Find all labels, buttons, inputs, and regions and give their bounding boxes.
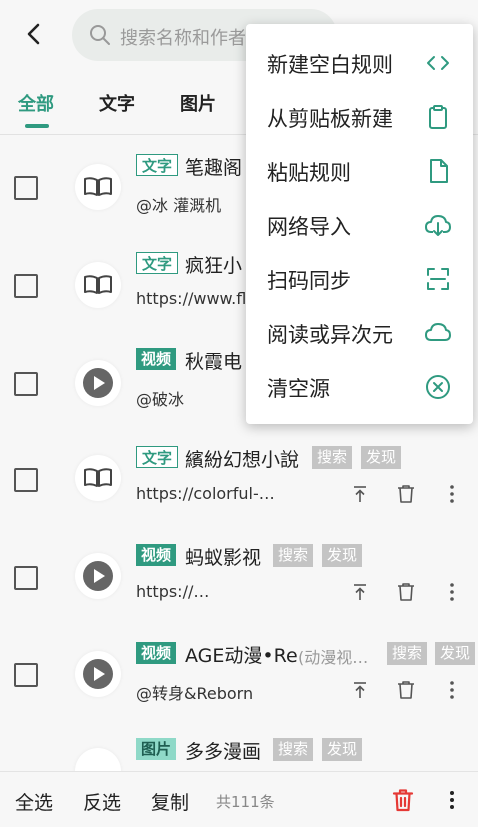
source-subtitle: @转身&Reborn bbox=[136, 684, 254, 703]
source-name: 秋霞电 bbox=[185, 351, 243, 373]
menu-item-label: 粘贴规则 bbox=[267, 161, 351, 185]
menu-item-scan-sync[interactable]: 扫码同步 bbox=[246, 252, 473, 306]
scan-icon bbox=[424, 265, 452, 293]
type-badge: 图片 bbox=[136, 738, 177, 760]
tag-discover: 发现 bbox=[361, 446, 402, 469]
list-item[interactable]: 文字 繽紛幻想小說 搜索 发现 https://colorful-… bbox=[0, 432, 478, 530]
type-badge: 视频 bbox=[136, 642, 177, 664]
menu-item-label: 扫码同步 bbox=[267, 269, 351, 293]
menu-item-label: 清空源 bbox=[267, 377, 330, 401]
tag-search: 搜索 bbox=[387, 642, 428, 665]
back-icon[interactable] bbox=[18, 18, 50, 50]
type-badge: 视频 bbox=[136, 348, 177, 370]
menu-item-label: 网络导入 bbox=[267, 215, 351, 239]
menu-item-read-or-yiciyuan[interactable]: 阅读或异次元 bbox=[246, 306, 473, 360]
source-subtitle: https://colorful-… bbox=[136, 484, 275, 503]
search-icon bbox=[88, 23, 112, 47]
tag-search: 搜索 bbox=[273, 738, 314, 761]
type-badge: 文字 bbox=[136, 154, 179, 176]
source-name: 蚂蚁影视 bbox=[185, 547, 262, 569]
checkbox[interactable] bbox=[14, 274, 38, 298]
trash-icon[interactable] bbox=[394, 678, 418, 702]
tag-search: 搜索 bbox=[312, 446, 353, 469]
image-icon bbox=[75, 748, 121, 771]
cloud-download-icon bbox=[424, 211, 452, 239]
source-subtitle: https://www.fl bbox=[136, 289, 247, 308]
play-icon bbox=[75, 553, 121, 599]
search-placeholder: 搜索名称和作者 bbox=[120, 28, 246, 49]
clipboard-icon bbox=[424, 103, 452, 131]
more-vert-icon[interactable] bbox=[440, 580, 464, 604]
move-top-icon[interactable] bbox=[348, 482, 372, 506]
source-name: AGE动漫•Re bbox=[185, 645, 298, 667]
checkbox[interactable] bbox=[14, 663, 38, 687]
book-icon bbox=[75, 262, 121, 308]
type-badge: 文字 bbox=[136, 446, 179, 468]
selection-count: 共111条 bbox=[216, 793, 275, 811]
menu-item-clear-sources[interactable]: 清空源 bbox=[246, 360, 473, 414]
file-icon bbox=[424, 157, 452, 185]
source-subtitle: @破冰 bbox=[136, 390, 185, 409]
clear-icon bbox=[424, 373, 452, 401]
copy-button[interactable]: 复制 bbox=[151, 788, 189, 815]
more-vert-icon[interactable] bbox=[440, 788, 464, 812]
checkbox[interactable] bbox=[14, 176, 38, 200]
menu-item-new-blank-rule[interactable]: 新建空白规则 bbox=[246, 36, 473, 90]
menu-item-label: 从剪贴板新建 bbox=[267, 107, 393, 131]
cloud-icon bbox=[424, 319, 452, 347]
list-item[interactable]: 图片 多多漫画 搜索 发现 bbox=[0, 726, 478, 771]
source-name: 疯狂小 bbox=[185, 255, 243, 277]
tag-discover: 发现 bbox=[322, 544, 363, 567]
list-item[interactable]: 视频 蚂蚁影视 搜索 发现 https://… bbox=[0, 530, 478, 628]
move-top-icon[interactable] bbox=[348, 678, 372, 702]
tab-all[interactable]: 全部 bbox=[18, 90, 54, 116]
type-badge: 视频 bbox=[136, 544, 177, 566]
source-name: 多多漫画 bbox=[185, 741, 262, 763]
bottom-action-bar: 全选 反选 复制 共111条 bbox=[0, 771, 478, 827]
play-icon bbox=[75, 360, 121, 406]
code-icon bbox=[424, 49, 452, 77]
tag-search: 搜索 bbox=[273, 544, 314, 567]
tab-text[interactable]: 文字 bbox=[99, 90, 135, 116]
delete-icon[interactable] bbox=[390, 787, 416, 813]
menu-item-new-from-clipboard[interactable]: 从剪贴板新建 bbox=[246, 90, 473, 144]
menu-item-network-import[interactable]: 网络导入 bbox=[246, 198, 473, 252]
checkbox[interactable] bbox=[14, 468, 38, 492]
tab-indicator bbox=[25, 124, 49, 128]
select-all-button[interactable]: 全选 bbox=[15, 788, 53, 815]
book-icon bbox=[75, 164, 121, 210]
menu-item-paste-rule[interactable]: 粘贴规则 bbox=[246, 144, 473, 198]
source-subtitle: @冰 灌溉机 bbox=[136, 196, 222, 215]
source-name: 笔趣阁 bbox=[185, 157, 243, 179]
type-badge: 文字 bbox=[136, 252, 179, 274]
source-subtitle: https://… bbox=[136, 582, 210, 601]
book-icon bbox=[75, 455, 121, 501]
more-vert-icon[interactable] bbox=[440, 482, 464, 506]
tag-discover: 发现 bbox=[435, 642, 476, 665]
menu-item-label: 阅读或异次元 bbox=[267, 323, 393, 347]
menu-item-label: 新建空白规则 bbox=[267, 53, 393, 77]
source-group: (动漫视… bbox=[298, 648, 369, 667]
source-name: 繽紛幻想小說 bbox=[185, 449, 300, 471]
invert-selection-button[interactable]: 反选 bbox=[83, 788, 121, 815]
popup-menu: 新建空白规则 从剪贴板新建 粘贴规则 网络导入 扫码同步 阅读或异次元 清空源 bbox=[246, 24, 473, 424]
trash-icon[interactable] bbox=[394, 580, 418, 604]
checkbox[interactable] bbox=[14, 372, 38, 396]
tag-discover: 发现 bbox=[322, 738, 363, 761]
list-item[interactable]: 视频 AGE动漫•Re (动漫视… 搜索 发现 @转身&Reborn bbox=[0, 628, 478, 726]
play-icon bbox=[75, 651, 121, 697]
more-vert-icon[interactable] bbox=[440, 678, 464, 702]
trash-icon[interactable] bbox=[394, 482, 418, 506]
move-top-icon[interactable] bbox=[348, 580, 372, 604]
checkbox[interactable] bbox=[14, 566, 38, 590]
tab-image[interactable]: 图片 bbox=[180, 90, 216, 116]
